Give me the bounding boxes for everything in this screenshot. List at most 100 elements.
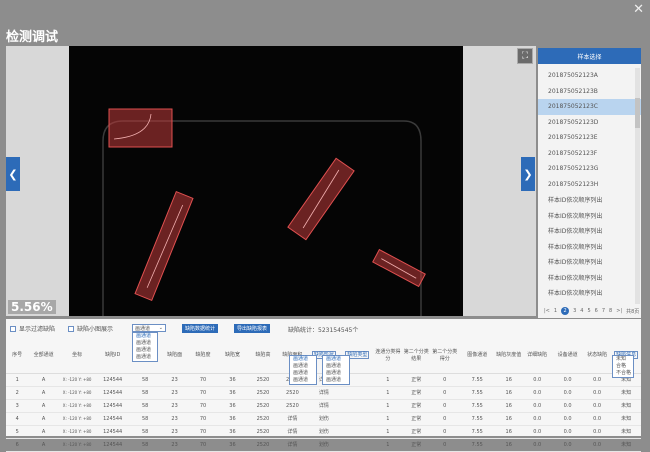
sample-list-item[interactable]: 样本ID依次顺序列出 xyxy=(538,254,641,270)
table-cell: 70 xyxy=(188,373,218,387)
dropdown-option[interactable]: 画通道 xyxy=(133,340,157,347)
table-cell: 未知 xyxy=(611,438,641,452)
inspection-canvas[interactable] xyxy=(69,46,463,316)
table-cell: 0.0 xyxy=(582,425,612,439)
sample-list-item[interactable]: 样本ID依次顺序列出 xyxy=(538,223,641,239)
table-cell xyxy=(341,386,374,400)
channel-select-value: 画通道 xyxy=(135,325,151,332)
dropdown-option[interactable]: 画通道 xyxy=(323,377,349,384)
table-row[interactable]: 6 A X: -120 Y: +80 124544 58 23 70 36 2520 详情 划伤 1 正… xyxy=(6,438,641,452)
pager-item[interactable]: >| xyxy=(616,308,622,314)
pager-item[interactable]: 3 xyxy=(573,308,576,314)
table-cell: 58 xyxy=(129,373,161,387)
sample-list-scrollbar[interactable] xyxy=(635,68,640,304)
pager-item[interactable]: 共8页 xyxy=(626,308,639,315)
table-cell: 16 xyxy=(495,425,522,439)
table-cell: 58 xyxy=(129,412,161,426)
sample-list-item[interactable]: 样本ID依次顺序列出 xyxy=(538,285,641,301)
sample-list-item[interactable]: 201875052123B xyxy=(538,84,641,100)
table-cell: 1 xyxy=(373,425,403,439)
dropdown-option[interactable]: 画通道 xyxy=(133,347,157,354)
defect-box-4[interactable] xyxy=(372,248,426,288)
pager-item[interactable]: 4 xyxy=(580,308,583,314)
table-cell: 16 xyxy=(495,386,522,400)
checkbox-icon[interactable] xyxy=(68,325,74,332)
sample-list-item[interactable]: 样本ID依次顺序列出 xyxy=(538,208,641,224)
sample-list-item[interactable]: 201875052123E xyxy=(538,130,641,146)
chevron-left-icon: ❮ xyxy=(8,167,18,181)
table-cell: 0.0 xyxy=(552,386,583,400)
scrollbar-thumb[interactable] xyxy=(635,98,640,128)
pager-item[interactable]: |< xyxy=(544,308,550,314)
table-cell: 详情 xyxy=(278,425,307,439)
table-cell: 划伤 xyxy=(306,425,342,439)
table-cell: 正常 xyxy=(402,373,431,387)
pager-item[interactable]: 5 xyxy=(587,308,590,314)
table-cell: 2520 xyxy=(278,399,307,413)
sample-list-item[interactable]: 样本ID依次顺序列出 xyxy=(538,239,641,255)
dropdown-option[interactable]: 画通道 xyxy=(323,363,349,370)
defect-stats-button[interactable]: 缺陷数据统计 xyxy=(182,324,219,333)
defect-count: 缺陷统计：523154545个 xyxy=(288,325,358,334)
next-image-button[interactable]: ❯ xyxy=(521,157,535,191)
table-cell: 58 xyxy=(129,438,161,452)
table-cell: 正常 xyxy=(402,425,431,439)
defect-box-2[interactable] xyxy=(134,190,194,302)
dropdown-option[interactable]: 合格 xyxy=(613,363,633,370)
shape-filter-dropdown[interactable]: 画通道 画通道 画通道 画通道 xyxy=(289,355,317,385)
table-cell: 124544 xyxy=(95,438,130,452)
pager-item[interactable]: 1 xyxy=(554,308,557,314)
dropdown-option[interactable]: 画通道 xyxy=(323,356,349,363)
table-cell: 详情 xyxy=(278,438,307,452)
sample-list-item[interactable]: 样本ID依次顺序列出 xyxy=(538,270,641,286)
dropdown-option[interactable]: 画通道 xyxy=(290,363,316,370)
dropdown-option[interactable]: 画通道 xyxy=(133,333,157,340)
pager-item[interactable]: 6 xyxy=(595,308,598,314)
table-cell: 16 xyxy=(495,399,522,413)
table-row[interactable]: 4 A X: -120 Y: +80 124544 58 23 70 36 2520 详情 划伤 1 正… xyxy=(6,412,641,426)
pager-item[interactable]: 8 xyxy=(609,308,612,314)
checkbox-icon[interactable] xyxy=(10,325,16,332)
table-row[interactable]: 2 A X: -120 Y: +80 124544 58 23 70 36 2520 2520 详情… xyxy=(6,386,641,400)
pager-item[interactable]: 2 xyxy=(561,307,570,315)
type-filter-dropdown[interactable]: 画通道 画通道 画通道 画通道 xyxy=(322,355,350,385)
sample-list-item[interactable]: 201875052123C xyxy=(538,99,641,115)
defect-results-panel: 显示过滤缺陷 缺陷小图展示 画通道 ⌄ 画通道 画通道 画通道 画通道 缺陷数据统计 导… xyxy=(6,319,641,452)
table-row[interactable]: 3 A X: -120 Y: +80 124544 58 23 70 36 2520 2520 详情… xyxy=(6,399,641,413)
defect-box-1[interactable] xyxy=(108,108,173,148)
dropdown-option[interactable]: 画通道 xyxy=(133,354,157,361)
sample-list-item[interactable]: 201875052123F xyxy=(538,146,641,162)
sample-pager[interactable]: |< 1 2 3 4 5 6 7 8 >| 共8页 xyxy=(538,306,641,316)
channel-select[interactable]: 画通道 ⌄ xyxy=(132,324,166,332)
show-filtered-checkbox[interactable]: 显示过滤缺陷 xyxy=(10,324,55,333)
dropdown-option[interactable]: 未知 xyxy=(613,356,633,363)
dropdown-option[interactable]: 不合格 xyxy=(613,370,633,377)
image-viewer[interactable]: ❮ ❯ ⛶ 5.56% xyxy=(6,46,536,316)
table-cell: 7.55 xyxy=(458,425,496,439)
table-row[interactable]: 5 A X: -120 Y: +80 124544 58 23 70 36 2520 详情 划伤 1 正… xyxy=(6,425,641,439)
table-cell: 16 xyxy=(495,438,522,452)
channel-dropdown[interactable]: 画通道 画通道 画通道 画通道 xyxy=(132,332,158,362)
export-report-button[interactable]: 导出缺陷报表 xyxy=(234,324,271,333)
table-cell: 未知 xyxy=(611,386,641,400)
sample-list-item[interactable]: 201875052123D xyxy=(538,115,641,131)
dropdown-option[interactable]: 画通道 xyxy=(323,370,349,377)
sample-list-item[interactable]: 201875052123A xyxy=(538,68,641,84)
dropdown-option[interactable]: 画通道 xyxy=(290,377,316,384)
show-thumb-checkbox[interactable]: 缺陷小图展示 xyxy=(68,324,113,333)
close-icon[interactable]: ✕ xyxy=(633,2,644,17)
fullscreen-button[interactable]: ⛶ xyxy=(517,48,533,64)
chevron-right-icon: ❯ xyxy=(523,167,533,181)
pager-item[interactable]: 7 xyxy=(602,308,605,314)
table-cell: 1 xyxy=(373,399,403,413)
sample-list-item[interactable]: 201875052123G xyxy=(538,161,641,177)
sample-list[interactable]: 201875052123A 201875052123B 201875052123C 2… xyxy=(538,68,641,304)
dropdown-option[interactable]: 画通道 xyxy=(290,356,316,363)
dropdown-option[interactable]: 画通道 xyxy=(290,370,316,377)
sample-list-item[interactable]: 样本ID依次顺序列出 xyxy=(538,192,641,208)
sample-list-item[interactable]: 201875052123H xyxy=(538,177,641,193)
table-cell: 正常 xyxy=(402,438,431,452)
table-cell: 0 xyxy=(430,425,459,439)
prev-image-button[interactable]: ❮ xyxy=(6,157,20,191)
status-filter-dropdown[interactable]: 未知 合格 不合格 xyxy=(612,355,634,378)
